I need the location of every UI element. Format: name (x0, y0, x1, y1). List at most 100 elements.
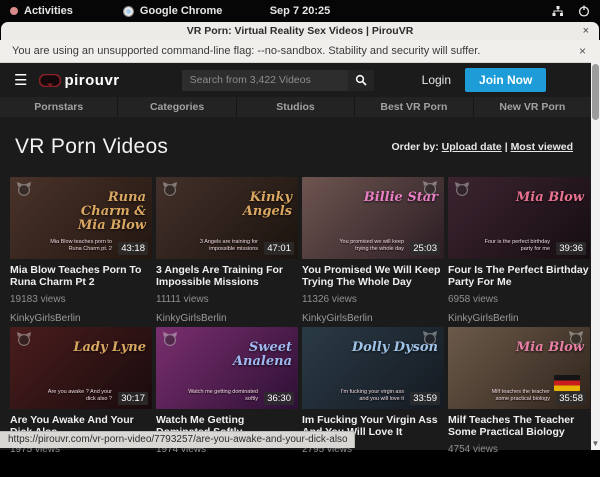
vr-headset-icon (39, 74, 61, 87)
studio-mask-watermark-icon (16, 332, 32, 346)
nav-item-categories[interactable]: Categories (118, 97, 236, 117)
german-flag (554, 375, 580, 391)
search-button[interactable] (348, 70, 374, 91)
video-title-link[interactable]: 3 Angels Are Training For Impossible Mis… (156, 264, 298, 288)
duration-badge: 35:58 (556, 392, 586, 405)
scrollbar-thumb[interactable] (592, 64, 599, 120)
studio-link[interactable]: KinkyGirlsBerlin (448, 313, 590, 324)
thumbnail-caption: Four is the perfect birthday party for m… (478, 239, 550, 253)
logo-text: pirouvr (64, 72, 119, 89)
menu-icon[interactable]: ☰ (14, 73, 27, 88)
duration-badge: 47:01 (264, 242, 294, 255)
video-card[interactable]: Lady Lyne Are you awake ? And your dick … (10, 327, 152, 477)
video-card[interactable]: Mia Blow Four is the perfect birthday pa… (448, 177, 590, 327)
activities-button[interactable]: Activities (24, 5, 73, 17)
nav-item-new-vr-porn[interactable]: New VR Porn (474, 97, 591, 117)
thumbnail-caption: I'm fucking your virgin ass and you will… (332, 389, 404, 403)
search-icon (355, 74, 367, 86)
thumbnail-overlay-title: Mia Blow (516, 341, 584, 355)
duration-badge: 25:03 (410, 242, 440, 255)
duration-badge: 39:36 (556, 242, 586, 255)
video-thumbnail[interactable]: Lady Lyne Are you awake ? And your dick … (10, 327, 152, 409)
status-url-bubble: https://pirouvr.com/vr-porn-video/779325… (0, 431, 355, 448)
video-thumbnail[interactable]: Mia Blow Milf teaches the teacher some p… (448, 327, 590, 409)
search-input[interactable] (182, 70, 348, 91)
scrollbar[interactable]: ▼ (591, 62, 600, 450)
thumbnail-overlay-title: Dolly Dyson (352, 341, 438, 355)
video-card[interactable]: Kinky Angels 3 Angels are training for i… (156, 177, 298, 327)
thumbnail-caption: 3 Angels are training for impossible mis… (186, 239, 258, 253)
page-content: VR Porn Videos Order by: Upload date | M… (0, 117, 591, 450)
clock[interactable]: Sep 7 20:25 (0, 5, 600, 17)
thumbnail-caption: Watch me getting dominated softly (186, 389, 258, 403)
video-title-link[interactable]: Milf Teaches The Teacher Some Practical … (448, 414, 590, 438)
video-card[interactable]: Runa Charm & Mia Blow Mia Blow teaches p… (10, 177, 152, 327)
duration-badge: 36:30 (264, 392, 294, 405)
duration-badge: 30:17 (118, 392, 148, 405)
system-top-bar: Activities Google Chrome Sep 7 20:25 (0, 0, 600, 22)
power-icon[interactable] (578, 5, 590, 17)
thumbnail-overlay-title: Kinky Angels (202, 191, 292, 219)
thumbnail-caption: Milf teaches the teacher some practical … (478, 389, 550, 403)
video-title-link[interactable]: Four Is The Perfect Birthday Party For M… (448, 264, 590, 288)
scrollbar-down-arrow-icon[interactable]: ▼ (591, 440, 600, 448)
video-thumbnail[interactable]: Mia Blow Four is the perfect birthday pa… (448, 177, 590, 259)
video-thumbnail[interactable]: Runa Charm & Mia Blow Mia Blow teaches p… (10, 177, 152, 259)
order-by-label: Order by: (391, 141, 438, 153)
order-by: Order by: Upload date | Most viewed (391, 141, 573, 153)
studio-mask-watermark-icon (16, 182, 32, 196)
thumbnail-overlay-title: Sweet Analena (202, 341, 292, 369)
browser-tab-strip: VR Porn: Virtual Reality Sex Videos | Pi… (1, 22, 599, 40)
join-now-button[interactable]: Join Now (465, 68, 546, 92)
video-thumbnail[interactable]: Dolly Dyson I'm fucking your virgin ass … (302, 327, 444, 409)
warning-text: You are using an unsupported command-lin… (12, 45, 480, 57)
order-separator: | (505, 141, 508, 153)
recording-indicator-icon (10, 7, 18, 15)
site-nav: PornstarsCategoriesStudiosBest VR PornNe… (0, 97, 591, 117)
studio-mask-watermark-icon (162, 332, 178, 346)
duration-badge: 33:59 (410, 392, 440, 405)
studio-mask-watermark-icon (162, 182, 178, 196)
page-title: VR Porn Videos (15, 135, 168, 159)
nav-item-best-vr-porn[interactable]: Best VR Porn (355, 97, 473, 117)
thumbnail-overlay-title: Runa Charm & Mia Blow (56, 191, 146, 233)
view-count: 11111 views (156, 294, 298, 305)
thumbnail-overlay-title: Lady Lyne (73, 341, 146, 355)
studio-link[interactable]: KinkyGirlsBerlin (156, 313, 298, 324)
site-logo[interactable]: pirouvr (39, 72, 119, 89)
app-menu-button[interactable]: Google Chrome (140, 5, 223, 17)
warning-close-icon[interactable]: × (579, 44, 586, 58)
studio-mask-watermark-icon (454, 182, 470, 196)
video-thumbnail[interactable]: Billie Star You promised we will keep tr… (302, 177, 444, 259)
login-link[interactable]: Login (422, 73, 451, 87)
view-count: 11326 views (302, 294, 444, 305)
network-icon[interactable] (552, 6, 564, 17)
thumbnail-caption: Are you awake ? And your dick also ? (40, 389, 112, 403)
chrome-app-icon (123, 6, 134, 17)
video-card[interactable]: Mia Blow Milf teaches the teacher some p… (448, 327, 590, 477)
thumbnail-caption: You promised we will keep trying the who… (332, 239, 404, 253)
order-upload-date-link[interactable]: Upload date (442, 141, 502, 153)
video-card[interactable]: Dolly Dyson I'm fucking your virgin ass … (302, 327, 444, 477)
thumbnail-overlay-title: Billie Star (364, 191, 438, 205)
video-thumbnail[interactable]: Sweet Analena Watch me getting dominated… (156, 327, 298, 409)
video-thumbnail[interactable]: Kinky Angels 3 Angels are training for i… (156, 177, 298, 259)
video-title-link[interactable]: Mia Blow Teaches Porn To Runa Charm Pt 2 (10, 264, 152, 288)
view-count: 19183 views (10, 294, 152, 305)
studio-link[interactable]: KinkyGirlsBerlin (10, 313, 152, 324)
thumbnail-overlay-title: Mia Blow (516, 191, 584, 205)
duration-badge: 43:18 (118, 242, 148, 255)
nav-item-studios[interactable]: Studios (237, 97, 355, 117)
video-card[interactable]: Billie Star You promised we will keep tr… (302, 177, 444, 327)
thumbnail-caption: Mia Blow teaches porn to Runa Charm pt. … (40, 239, 112, 253)
nav-item-pornstars[interactable]: Pornstars (0, 97, 118, 117)
view-count: 6958 views (448, 294, 590, 305)
site-header: ☰ pirouvr Login Join Now (0, 63, 600, 97)
video-title-link[interactable]: You Promised We Will Keep Trying The Who… (302, 264, 444, 288)
chrome-warning-bar: You are using an unsupported command-lin… (0, 40, 600, 63)
tab-title[interactable]: VR Porn: Virtual Reality Sex Videos | Pi… (1, 25, 599, 37)
video-card[interactable]: Sweet Analena Watch me getting dominated… (156, 327, 298, 477)
tab-close-icon[interactable]: × (583, 25, 589, 37)
studio-link[interactable]: KinkyGirlsBerlin (302, 313, 444, 324)
order-most-viewed-link[interactable]: Most viewed (511, 141, 573, 153)
